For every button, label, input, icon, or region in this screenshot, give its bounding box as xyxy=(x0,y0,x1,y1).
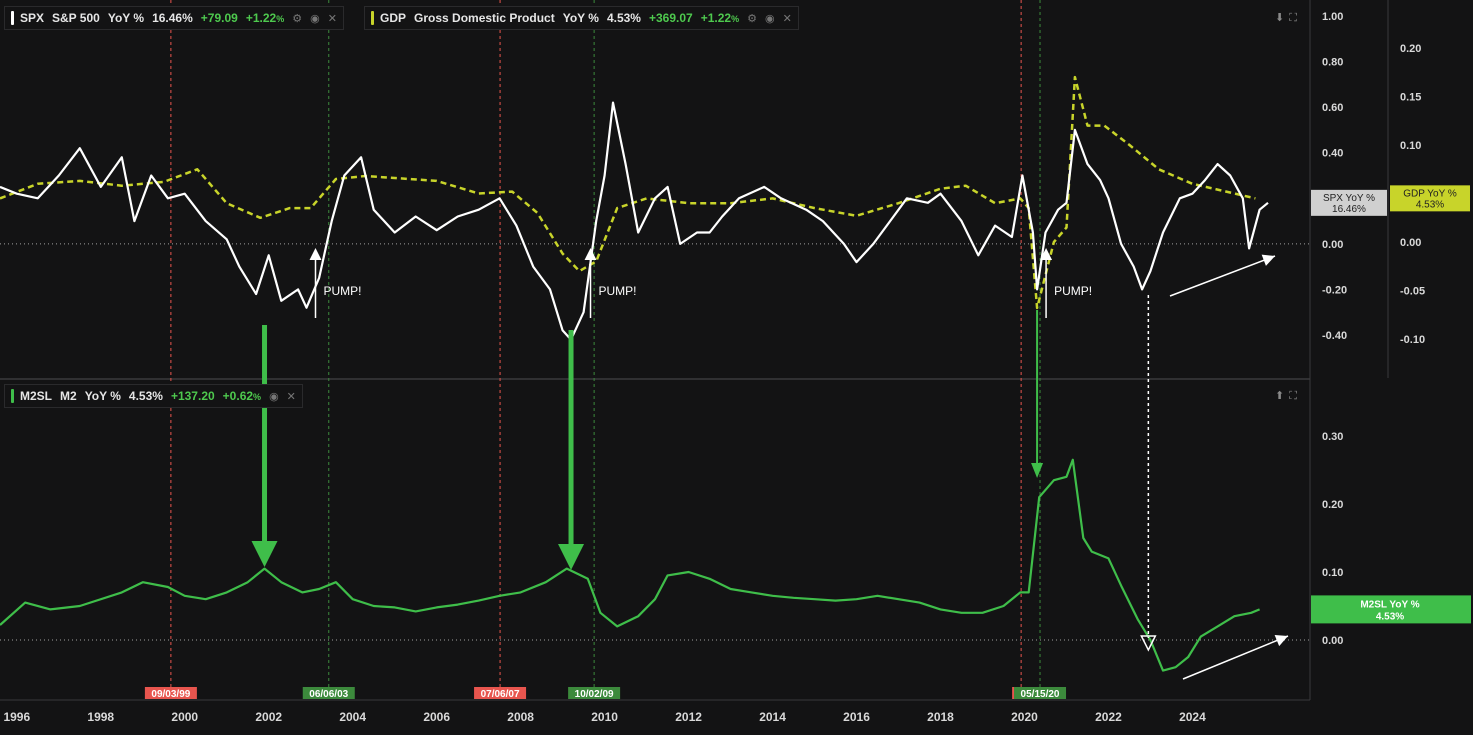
m2-calc: YoY % xyxy=(84,389,121,403)
bottom-y-tick: 0.10 xyxy=(1322,567,1343,579)
spx-ticker: SPX xyxy=(20,11,45,25)
top-right-y-tick: 0.10 xyxy=(1400,140,1421,152)
gdp-swatch xyxy=(371,11,374,25)
top-right-y-tick: 0.15 xyxy=(1400,92,1421,104)
gdp-change-pct: +1.22 xyxy=(700,11,732,25)
close-icon[interactable]: ✕ xyxy=(783,12,792,25)
m2-legend[interactable]: M2SL M2 YoY % 4.53% +137.20 +0.62% ◉ ✕ xyxy=(4,384,303,408)
x-tick-label: 2018 xyxy=(927,710,954,724)
bottom-y-tick: 0.20 xyxy=(1322,499,1343,511)
x-tick-label: 2014 xyxy=(759,710,786,724)
bottom-y-tick: 0.00 xyxy=(1322,635,1343,647)
gear-icon[interactable]: ⚙ xyxy=(292,12,302,25)
event-label: 07/06/07 xyxy=(481,689,520,700)
spx-legend[interactable]: SPX S&P 500 YoY % 16.46% +79.09 +1.22% ⚙… xyxy=(4,6,344,30)
spx-swatch xyxy=(11,11,14,25)
pump-arrowhead xyxy=(309,248,322,260)
x-tick-label: 1998 xyxy=(87,710,114,724)
x-tick-label: 2002 xyxy=(255,710,282,724)
x-tick-label: 2012 xyxy=(675,710,702,724)
m2-pct-sign: % xyxy=(253,392,262,402)
gdp-ticker: GDP xyxy=(380,11,407,25)
m2-price-value: 4.53% xyxy=(1376,611,1404,622)
top-right-y-tick: -0.05 xyxy=(1400,286,1425,298)
x-tick-label: 2006 xyxy=(423,710,450,724)
event-label: 06/06/03 xyxy=(309,689,348,700)
x-tick-label: 2010 xyxy=(591,710,618,724)
event-label: 09/03/99 xyxy=(151,689,190,700)
eye-icon[interactable]: ◉ xyxy=(310,12,320,25)
spx-calc: YoY % xyxy=(107,11,145,25)
event-label: 05/15/20 xyxy=(1021,689,1060,700)
top-left-y-tick: -0.40 xyxy=(1322,330,1347,342)
top-left-y-tick: 0.60 xyxy=(1322,102,1343,114)
m2-value: 4.53% xyxy=(128,389,163,403)
green-arrowhead xyxy=(558,544,585,570)
spx-series-line xyxy=(0,101,1269,341)
pump-annotation: PUMP! xyxy=(599,284,637,298)
m2-change-pct: +0.62 xyxy=(222,389,254,403)
gdp-value: 4.53% xyxy=(606,11,641,25)
x-tick-label: 2022 xyxy=(1095,710,1122,724)
x-tick-label: 1996 xyxy=(3,710,30,724)
download-icon[interactable]: ⬇ xyxy=(1275,11,1284,24)
m2-name: M2 xyxy=(60,389,77,403)
top-right-y-tick: 0.00 xyxy=(1400,237,1421,249)
gdp-calc: YoY % xyxy=(562,11,599,25)
top-left-y-tick: 0.00 xyxy=(1322,239,1343,251)
spx-pct-sign: % xyxy=(276,14,285,24)
gdp-pct-sign: % xyxy=(731,14,740,24)
top-panel-controls: ⬇ ⛶ xyxy=(1270,11,1297,25)
upload-icon[interactable]: ⬆ xyxy=(1275,389,1284,402)
gear-icon[interactable]: ⚙ xyxy=(747,12,757,25)
m2-price-label: M2SL YoY % xyxy=(1360,599,1419,610)
x-tick-label: 2016 xyxy=(843,710,870,724)
gdp-price-value: 4.53% xyxy=(1416,199,1444,210)
top-right-y-tick: -0.10 xyxy=(1400,334,1425,346)
top-left-y-tick: 1.00 xyxy=(1322,11,1343,23)
x-tick-label: 2024 xyxy=(1179,710,1206,724)
close-icon[interactable]: ✕ xyxy=(287,390,296,403)
spx-name: S&P 500 xyxy=(52,11,100,25)
gdp-legend[interactable]: GDP Gross Domestic Product YoY % 4.53% +… xyxy=(364,6,799,30)
expand-icon[interactable]: ⛶ xyxy=(1289,390,1297,403)
trend-arrow-top xyxy=(1169,255,1276,297)
top-right-y-tick: 0.20 xyxy=(1400,43,1421,55)
gdp-name: Gross Domestic Product xyxy=(414,11,555,25)
green-thin-arrowhead xyxy=(1031,463,1044,478)
gdp-change: +369.07 xyxy=(648,11,693,25)
green-arrowhead xyxy=(251,541,278,567)
pump-annotation: PUMP! xyxy=(324,284,362,298)
x-tick-label: 2020 xyxy=(1011,710,1038,724)
spx-price-label: SPX YoY % xyxy=(1323,193,1375,204)
eye-icon[interactable]: ◉ xyxy=(269,390,279,403)
top-left-y-tick: 0.80 xyxy=(1322,57,1343,69)
spx-price-value: 16.46% xyxy=(1332,204,1366,215)
trend-arrow-bottom xyxy=(1182,635,1289,680)
eye-icon[interactable]: ◉ xyxy=(765,12,775,25)
close-icon[interactable]: ✕ xyxy=(328,12,337,25)
spx-change-pct: +1.22 xyxy=(245,11,277,25)
pump-annotation: PUMP! xyxy=(1054,284,1092,298)
spx-value: 16.46% xyxy=(152,11,193,25)
spx-change: +79.09 xyxy=(200,11,238,25)
bottom-y-tick: 0.30 xyxy=(1322,431,1343,443)
top-left-y-tick: -0.20 xyxy=(1322,284,1347,296)
x-tick-label: 2000 xyxy=(171,710,198,724)
m2-swatch xyxy=(11,389,14,403)
x-tick-label: 2004 xyxy=(339,710,366,724)
m2-ticker: M2SL xyxy=(20,389,53,403)
x-tick-label: 2008 xyxy=(507,710,534,724)
chart-canvas: 1.00 0.80 0.60 0.40 0.20 0.00 -0.20 -0.40 0.20 0.… xyxy=(0,0,1471,724)
bottom-panel-controls: ⬆ ⛶ xyxy=(1270,389,1297,403)
top-left-y-tick: 0.40 xyxy=(1322,148,1343,160)
gdp-price-label: GDP YoY % xyxy=(1403,188,1457,199)
m2-change: +137.20 xyxy=(170,389,215,403)
event-label: 10/02/09 xyxy=(575,689,614,700)
pump-arrowhead xyxy=(584,248,597,260)
m2-series-line xyxy=(0,458,1261,672)
expand-icon[interactable]: ⛶ xyxy=(1289,12,1297,25)
